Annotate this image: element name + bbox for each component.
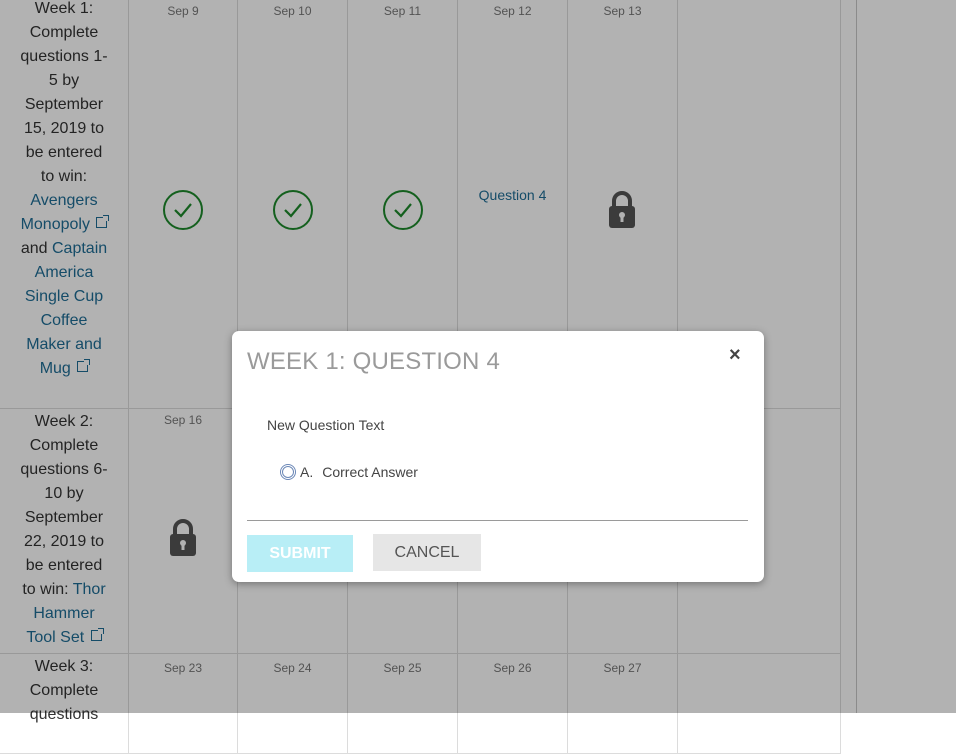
modal-title: WEEK 1: QUESTION 4 bbox=[247, 348, 500, 375]
modal-divider bbox=[247, 520, 748, 521]
answer-text: Correct Answer bbox=[322, 464, 418, 480]
close-icon[interactable]: × bbox=[729, 344, 741, 367]
question-text: New Question Text bbox=[267, 417, 385, 433]
answer-radio[interactable] bbox=[280, 464, 296, 480]
answer-letter: A. bbox=[300, 464, 314, 480]
answer-option-a[interactable]: A. Correct Answer bbox=[280, 464, 418, 480]
submit-button[interactable]: SUBMIT bbox=[247, 535, 353, 572]
cancel-button[interactable]: CANCEL bbox=[373, 534, 481, 571]
question-modal: WEEK 1: QUESTION 4 × New Question Text A… bbox=[232, 331, 764, 582]
